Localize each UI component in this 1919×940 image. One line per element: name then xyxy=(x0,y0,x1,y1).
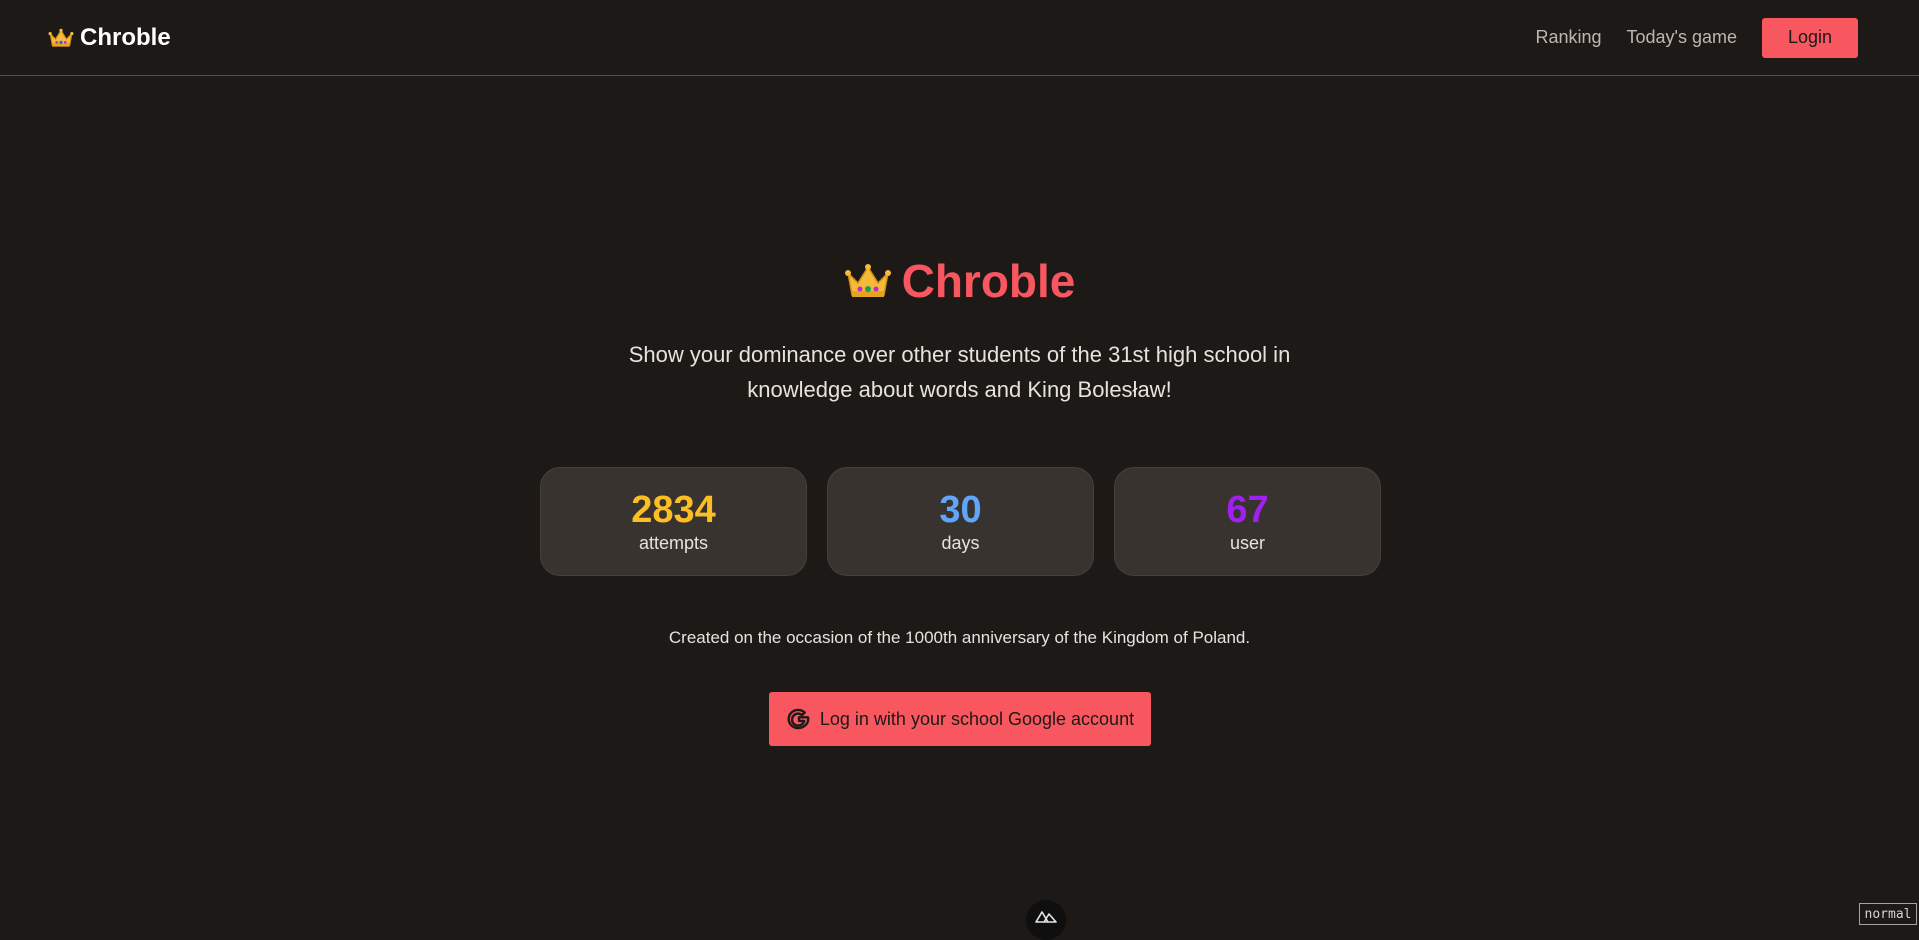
google-login-button[interactable]: Log in with your school Google account xyxy=(769,692,1151,746)
navbar: Chroble Ranking Today's game Login xyxy=(0,0,1919,76)
stat-value: 67 xyxy=(1226,489,1269,531)
stat-label: user xyxy=(1229,533,1265,553)
mode-tag: normal xyxy=(1859,903,1917,925)
nav-link-ranking[interactable]: Ranking xyxy=(1535,27,1601,48)
stat-card-users: 67 user xyxy=(1114,467,1381,576)
brand-name: Chroble xyxy=(80,23,171,51)
crown-icon xyxy=(844,264,891,297)
stat-label: attempts xyxy=(638,533,709,553)
subtitle-line-2: knowledge about words and King Bolesław! xyxy=(747,377,1172,402)
stat-label: days xyxy=(941,533,980,553)
nav-links: Ranking Today's game Login xyxy=(1535,17,1858,58)
login-button[interactable]: Login xyxy=(1762,17,1858,58)
hero-subtitle: Show your dominance over other students … xyxy=(0,337,1919,407)
hero-title-text: Chroble xyxy=(901,255,1076,307)
google-login-label: Log in with your school Google account xyxy=(819,708,1135,729)
stat-card-attempts: 2834 attempts xyxy=(540,467,807,576)
occasion-text: Created on the occasion of the 1000th an… xyxy=(668,628,1251,647)
nuxt-icon xyxy=(1035,911,1057,923)
brand[interactable]: Chroble xyxy=(48,24,171,52)
hero-title: Chroble xyxy=(0,254,1919,308)
subtitle-line-1: Show your dominance over other students … xyxy=(628,342,1291,367)
stat-value: 30 xyxy=(939,489,982,531)
nav-link-todays-game[interactable]: Today's game xyxy=(1627,27,1738,48)
nuxt-devtools-badge[interactable] xyxy=(1026,900,1066,940)
google-g-icon xyxy=(787,708,810,730)
stat-value: 2834 xyxy=(631,489,716,531)
crown-icon xyxy=(48,28,74,47)
stat-card-days: 30 days xyxy=(827,467,1094,576)
stats-row: 2834 attempts 30 days 67 user xyxy=(540,467,1381,576)
